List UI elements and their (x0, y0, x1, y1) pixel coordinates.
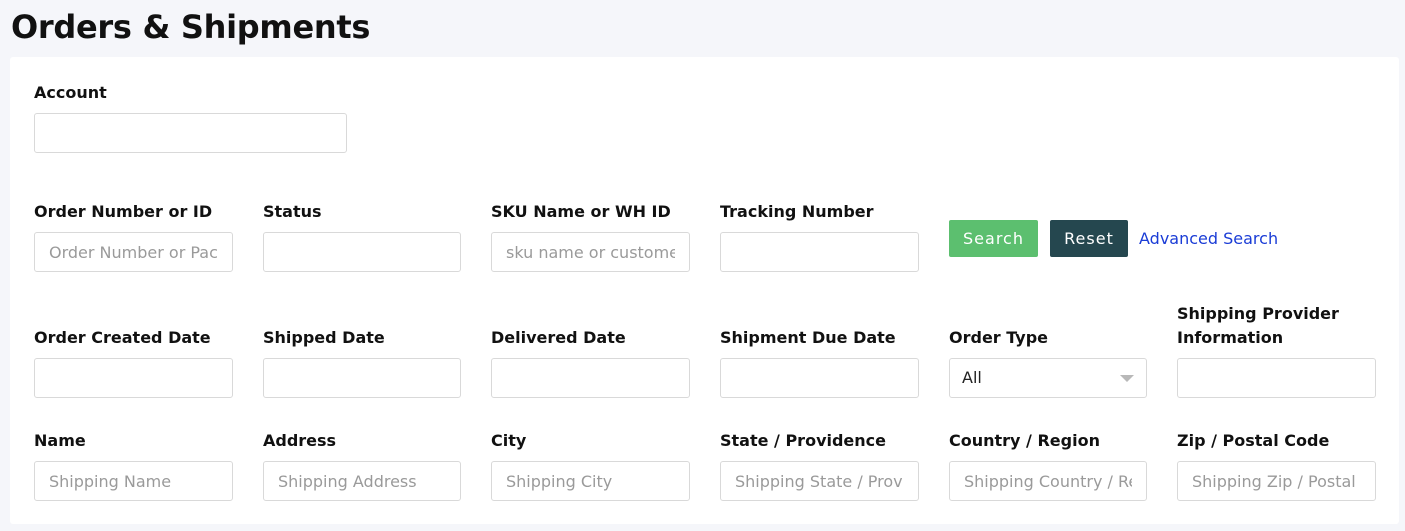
delivered-date-label: Delivered Date (491, 328, 626, 347)
shipping-name-input[interactable] (34, 461, 233, 501)
page-title: Orders & Shipments (11, 8, 371, 46)
shipping-zip-input[interactable] (1177, 461, 1376, 501)
account-label: Account (34, 83, 107, 102)
delivered-date-input[interactable] (491, 358, 690, 398)
city-label: City (491, 431, 527, 450)
order-type-label: Order Type (949, 328, 1049, 347)
order-type-value: All (962, 368, 982, 387)
advanced-search-link[interactable]: Advanced Search (1139, 229, 1278, 248)
shipping-address-input[interactable] (263, 461, 461, 501)
status-label: Status (263, 202, 322, 221)
zip-label: Zip / Postal Code (1177, 431, 1330, 450)
sku-label: SKU Name or WH ID (491, 202, 671, 221)
order-number-input[interactable] (34, 232, 233, 272)
shipping-state-input[interactable] (720, 461, 919, 501)
order-number-label: Order Number or ID (34, 202, 213, 221)
shipped-date-label: Shipped Date (263, 328, 385, 347)
sku-input[interactable] (491, 232, 690, 272)
order-created-date-input[interactable] (34, 358, 233, 398)
account-input[interactable] (34, 113, 347, 153)
status-input[interactable] (263, 232, 461, 272)
order-type-select[interactable]: All (949, 358, 1147, 398)
address-label: Address (263, 431, 337, 450)
search-button[interactable]: Search (949, 220, 1038, 257)
shipment-due-date-input[interactable] (720, 358, 919, 398)
shipping-city-input[interactable] (491, 461, 690, 501)
tracking-number-label: Tracking Number (720, 202, 874, 221)
shipping-provider-label: Shipping Provider Information (1177, 304, 1339, 347)
reset-button[interactable]: Reset (1050, 220, 1128, 257)
filter-panel: Account Order Number or ID Status SKU Na… (10, 57, 1399, 524)
state-label: State / Providence (720, 431, 887, 450)
shipped-date-input[interactable] (263, 358, 461, 398)
order-created-date-label: Order Created Date (34, 328, 211, 347)
shipping-provider-input[interactable] (1177, 358, 1376, 398)
name-label: Name (34, 431, 86, 450)
tracking-number-input[interactable] (720, 232, 919, 272)
shipping-country-input[interactable] (949, 461, 1147, 501)
chevron-down-icon (1120, 375, 1134, 382)
country-label: Country / Region (949, 431, 1100, 450)
shipment-due-date-label: Shipment Due Date (720, 328, 896, 347)
